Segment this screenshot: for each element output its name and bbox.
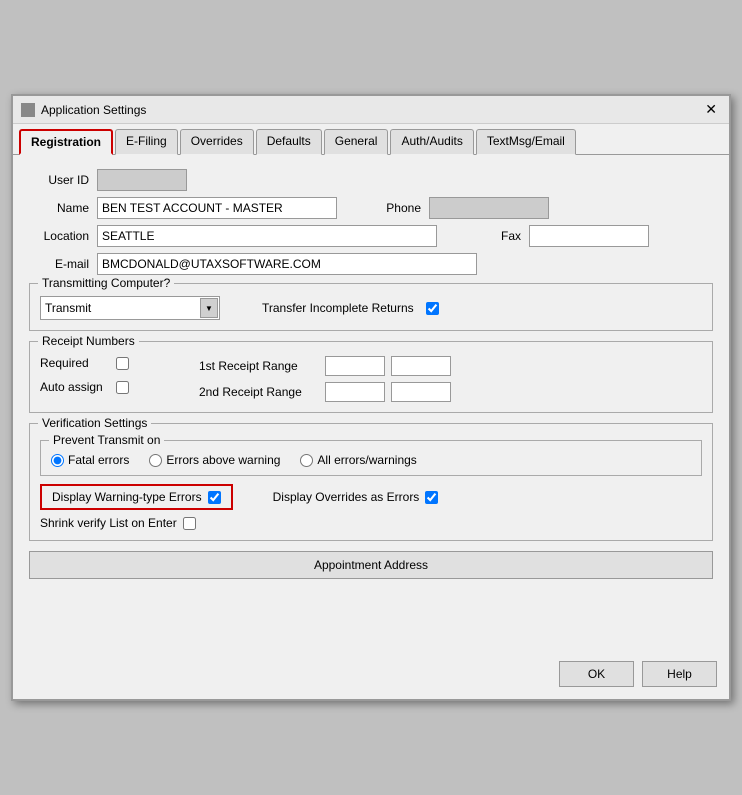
second-range-input1[interactable]	[325, 382, 385, 402]
tab-overrides[interactable]: Overrides	[180, 129, 254, 155]
window-title: Application Settings	[41, 103, 146, 117]
shrink-label: Shrink verify List on Enter	[40, 516, 177, 530]
second-range-row: 2nd Receipt Range	[199, 382, 451, 402]
display-overrides-label: Display Overrides as Errors	[273, 490, 420, 504]
above-warning-label: Errors above warning	[166, 453, 280, 467]
shrink-checkbox[interactable]	[183, 517, 196, 530]
transmit-select[interactable]: Transmit	[40, 296, 220, 320]
appointment-address-button[interactable]: Appointment Address	[29, 551, 713, 579]
first-range-label: 1st Receipt Range	[199, 359, 319, 373]
fatal-errors-radio-item: Fatal errors	[51, 453, 129, 467]
warning-errors-label: Display Warning-type Errors	[52, 490, 202, 504]
second-range-label: 2nd Receipt Range	[199, 385, 319, 399]
transfer-checkbox[interactable]	[426, 302, 439, 315]
name-row: Name Phone	[29, 197, 713, 219]
email-field[interactable]	[97, 253, 477, 275]
auto-assign-row: Auto assign	[40, 380, 129, 394]
verification-title: Verification Settings	[38, 416, 151, 430]
name-label: Name	[29, 201, 89, 215]
auto-assign-checkbox[interactable]	[116, 381, 129, 394]
required-row: Required	[40, 356, 129, 370]
transmit-select-wrapper: Transmit ▼	[40, 296, 220, 320]
location-row: Location Fax	[29, 225, 713, 247]
tab-general[interactable]: General	[324, 129, 389, 155]
transmitting-title: Transmitting Computer?	[38, 276, 174, 290]
title-bar: Application Settings ✕	[13, 96, 729, 124]
tabs-bar: Registration E-Filing Overrides Defaults…	[13, 124, 729, 155]
second-range-input2[interactable]	[391, 382, 451, 402]
tab-auth-audits[interactable]: Auth/Audits	[390, 129, 473, 155]
shrink-row: Shrink verify List on Enter	[40, 516, 702, 530]
ok-button[interactable]: OK	[559, 661, 634, 687]
receipt-numbers-group: Receipt Numbers Required Auto assign 1st…	[29, 341, 713, 413]
prevent-transmit-group: Prevent Transmit on Fatal errors Errors …	[40, 440, 702, 476]
phone-label: Phone	[361, 201, 421, 215]
fatal-errors-radio[interactable]	[51, 454, 64, 467]
display-overrides-checkbox[interactable]	[425, 491, 438, 504]
tab-registration[interactable]: Registration	[19, 129, 113, 155]
userid-field[interactable]	[97, 169, 187, 191]
footer: OK Help	[13, 653, 729, 699]
location-label: Location	[29, 229, 89, 243]
userid-row: User ID	[29, 169, 713, 191]
help-button[interactable]: Help	[642, 661, 717, 687]
all-errors-label: All errors/warnings	[317, 453, 416, 467]
application-window: Application Settings ✕ Registration E-Fi…	[11, 94, 731, 701]
above-warning-radio[interactable]	[149, 454, 162, 467]
name-field[interactable]	[97, 197, 337, 219]
fax-label: Fax	[461, 229, 521, 243]
radio-row: Fatal errors Errors above warning All er…	[51, 453, 691, 467]
first-range-input1[interactable]	[325, 356, 385, 376]
transmitting-group: Transmitting Computer? Transmit ▼ Transf…	[29, 283, 713, 331]
first-range-row: 1st Receipt Range	[199, 356, 451, 376]
prevent-transmit-title: Prevent Transmit on	[49, 433, 164, 447]
title-bar-left: Application Settings	[21, 103, 146, 117]
close-button[interactable]: ✕	[701, 101, 721, 118]
userid-label: User ID	[29, 173, 89, 187]
auto-assign-label: Auto assign	[40, 380, 110, 394]
required-label: Required	[40, 356, 110, 370]
email-label: E-mail	[29, 257, 89, 271]
receipt-title: Receipt Numbers	[38, 334, 139, 348]
display-overrides-row: Display Overrides as Errors	[273, 490, 439, 504]
warning-errors-row: Display Warning-type Errors Display Over…	[40, 484, 702, 510]
warning-errors-checkbox[interactable]	[208, 491, 221, 504]
tab-textmsg-email[interactable]: TextMsg/Email	[476, 129, 576, 155]
app-icon	[21, 103, 35, 117]
tab-efiling[interactable]: E-Filing	[115, 129, 178, 155]
email-row: E-mail	[29, 253, 713, 275]
content-area: User ID Name Phone Location Fax E-mail T…	[13, 155, 729, 653]
tab-defaults[interactable]: Defaults	[256, 129, 322, 155]
all-errors-radio-item: All errors/warnings	[300, 453, 416, 467]
warning-errors-box: Display Warning-type Errors	[40, 484, 233, 510]
transfer-label: Transfer Incomplete Returns	[262, 301, 414, 315]
first-range-input2[interactable]	[391, 356, 451, 376]
above-warning-radio-item: Errors above warning	[149, 453, 280, 467]
phone-field[interactable]	[429, 197, 549, 219]
verification-group: Verification Settings Prevent Transmit o…	[29, 423, 713, 541]
transmit-row: Transmit ▼ Transfer Incomplete Returns	[40, 296, 702, 320]
required-checkbox[interactable]	[116, 357, 129, 370]
fatal-errors-label: Fatal errors	[68, 453, 129, 467]
location-field[interactable]	[97, 225, 437, 247]
all-errors-radio[interactable]	[300, 454, 313, 467]
fax-field[interactable]	[529, 225, 649, 247]
